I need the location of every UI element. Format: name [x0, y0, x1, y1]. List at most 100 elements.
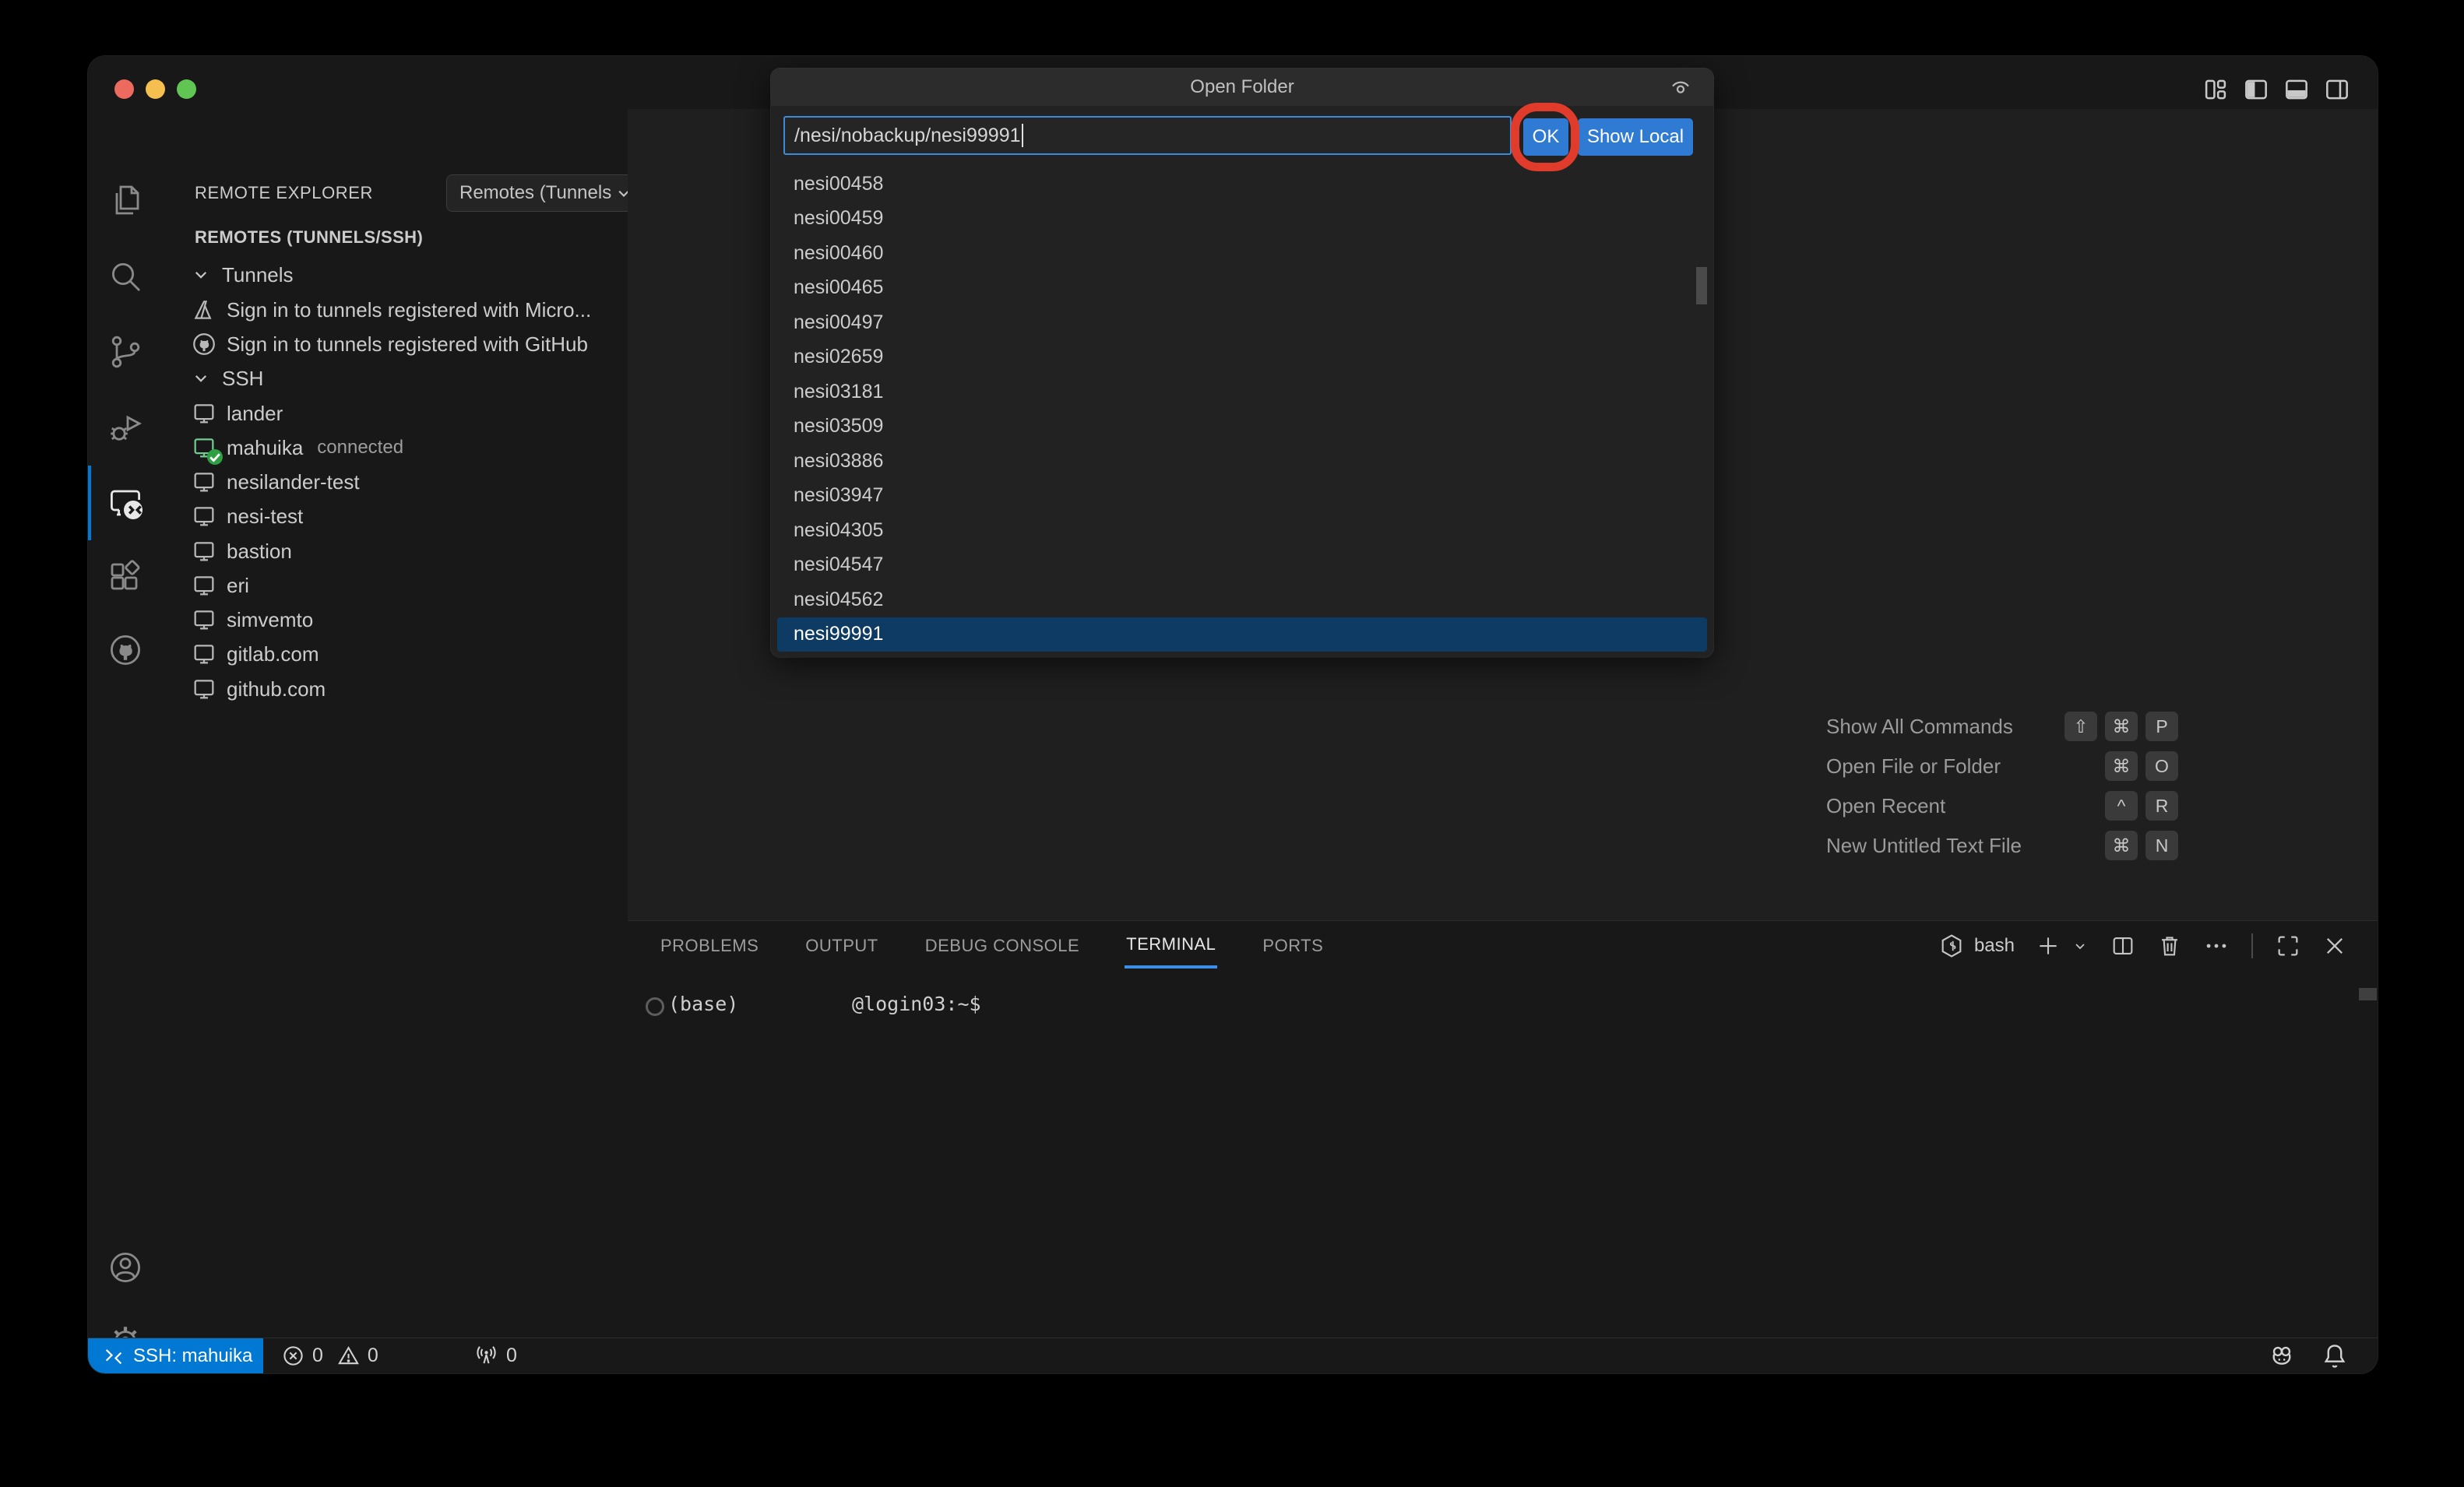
list-item[interactable]: nesi04562 [777, 582, 1707, 617]
tab-terminal[interactable]: TERMINAL [1125, 923, 1217, 968]
run-and-debug-icon[interactable] [107, 409, 144, 446]
vm-icon [191, 676, 217, 702]
connection-status: connected [317, 437, 403, 459]
chevron-down-icon [189, 263, 213, 287]
feedback-icon[interactable] [2267, 1341, 2297, 1371]
tree-item-host-simvemto[interactable]: simvemto [163, 603, 628, 637]
list-scrollbar-thumb[interactable] [1696, 267, 1707, 304]
tree-item-label: simvemto [227, 608, 313, 632]
search-icon[interactable] [107, 258, 144, 295]
tree-item-label: SSH [222, 367, 263, 391]
sidebar-section-header[interactable]: REMOTES (TUNNELS/SSH) [195, 227, 423, 248]
github-icon[interactable] [107, 631, 144, 669]
terminal-profile-chevron-icon[interactable] [2071, 933, 2089, 959]
vm-connected-icon [191, 434, 217, 461]
tree-item-host-gitlab[interactable]: gitlab.com [163, 637, 628, 671]
tree-item-host-mahuika[interactable]: mahuika connected [163, 431, 628, 465]
active-view-indicator [88, 466, 91, 540]
prompt-circle-icon [646, 997, 664, 1016]
accounts-icon[interactable] [107, 1249, 144, 1286]
kill-terminal-trash-icon[interactable] [2156, 933, 2183, 959]
remote-label: SSH: mahuika [133, 1345, 252, 1367]
panel-tabs: PROBLEMS OUTPUT DEBUG CONSOLE TERMINAL P… [659, 921, 1325, 971]
explorer-icon[interactable] [107, 182, 144, 220]
list-item[interactable]: nesi04547 [777, 548, 1707, 583]
new-terminal-icon[interactable] [2035, 933, 2061, 959]
close-panel-icon[interactable] [2321, 933, 2348, 959]
list-item[interactable]: nesi04305 [777, 513, 1707, 548]
azure-icon [191, 297, 217, 323]
watermark-row: New Untitled Text File ⌘ N [1826, 828, 2178, 863]
problems-status[interactable]: 0 0 [281, 1338, 378, 1373]
folder-path-input[interactable]: /nesi/nobackup/nesi99991 [783, 116, 1512, 155]
terminal-scrollbar-thumb[interactable] [2359, 988, 2377, 1000]
key-o: O [2145, 751, 2178, 781]
notifications-bell-icon[interactable] [2320, 1341, 2350, 1371]
bottom-panel: PROBLEMS OUTPUT DEBUG CONSOLE TERMINAL P… [628, 920, 2378, 1338]
tree-item-label: Tunnels [222, 263, 294, 287]
connected-check-badge [207, 449, 223, 465]
eye-icon[interactable] [1668, 75, 1693, 100]
minimize-traffic-light[interactable] [146, 79, 165, 99]
remote-scope-dropdown[interactable]: Remotes (Tunnels [446, 174, 643, 212]
list-item[interactable]: nesi00459 [777, 202, 1707, 237]
tree-item-signin-github[interactable]: Sign in to tunnels registered with GitHu… [163, 327, 628, 361]
more-actions-icon[interactable] [2203, 933, 2230, 959]
tree-item-label: eri [227, 574, 249, 598]
tab-output[interactable]: OUTPUT [804, 925, 879, 967]
list-item[interactable]: nesi00465 [777, 271, 1707, 306]
list-item[interactable]: nesi00460 [777, 236, 1707, 271]
tab-debug-console[interactable]: DEBUG CONSOLE [924, 925, 1081, 967]
tab-problems[interactable]: PROBLEMS [659, 925, 760, 967]
remote-icon [102, 1345, 125, 1368]
tree-item-label: Sign in to tunnels registered with GitHu… [227, 332, 588, 357]
list-item-selected[interactable]: nesi99991 [777, 617, 1707, 652]
list-item[interactable]: nesi03947 [777, 479, 1707, 514]
tree-item-host-eri[interactable]: eri [163, 568, 628, 603]
tree-item-label: bastion [227, 540, 292, 564]
key-cmd: ⌘ [2105, 831, 2138, 860]
errors-icon [281, 1344, 305, 1368]
close-traffic-light[interactable] [114, 79, 134, 99]
show-local-button[interactable]: Show Local [1578, 118, 1693, 156]
remote-explorer-icon[interactable] [107, 484, 144, 522]
toggle-secondary-sidebar-icon[interactable] [2321, 75, 2353, 104]
folder-path-value: /nesi/nobackup/nesi99991 [794, 125, 1021, 147]
watermark-label: Open File or Folder [1826, 754, 2001, 779]
watermark-label: Open Recent [1826, 794, 1945, 818]
source-control-icon[interactable] [107, 333, 144, 371]
tree-group-ssh[interactable]: SSH [163, 361, 628, 395]
tab-ports[interactable]: PORTS [1261, 925, 1325, 967]
ok-button[interactable]: OK [1523, 118, 1568, 156]
watermark-label: Show All Commands [1826, 715, 2013, 739]
list-item[interactable]: nesi00497 [777, 305, 1707, 340]
split-terminal-icon[interactable] [2110, 933, 2136, 959]
list-item[interactable]: nesi03181 [777, 374, 1707, 410]
list-item[interactable]: nesi03886 [777, 444, 1707, 479]
tree-group-tunnels[interactable]: Tunnels [163, 258, 628, 292]
tree-item-signin-microsoft[interactable]: Sign in to tunnels registered with Micro… [163, 293, 628, 327]
tree-item-host-nesi-test[interactable]: nesi-test [163, 499, 628, 533]
tree-item-label: mahuika [227, 436, 303, 460]
remote-indicator[interactable]: SSH: mahuika [88, 1338, 263, 1373]
warnings-icon [336, 1344, 361, 1368]
tree-item-host-nesilander-test[interactable]: nesilander-test [163, 465, 628, 499]
customize-layout-icon[interactable] [2200, 75, 2231, 104]
sidebar-title: REMOTE EXPLORER [195, 183, 373, 203]
tree-item-label: github.com [227, 677, 326, 701]
forwarded-ports-status[interactable]: 0 [473, 1338, 517, 1373]
terminal-shell-label[interactable]: bash [1974, 935, 2015, 957]
toggle-panel-icon[interactable] [2281, 75, 2312, 104]
maximize-panel-icon[interactable] [2275, 933, 2301, 959]
list-item[interactable]: nesi02659 [777, 340, 1707, 375]
toggle-primary-sidebar-icon[interactable] [2240, 75, 2272, 104]
list-item[interactable]: nesi03509 [777, 410, 1707, 445]
zoom-traffic-light[interactable] [177, 79, 196, 99]
tree-item-host-lander[interactable]: lander [163, 396, 628, 431]
tree-item-host-bastion[interactable]: bastion [163, 534, 628, 568]
list-item[interactable]: nesi00458 [777, 167, 1707, 202]
tree-item-host-github[interactable]: github.com [163, 672, 628, 706]
vm-icon [191, 606, 217, 633]
key-cmd: ⌘ [2105, 712, 2138, 741]
extensions-icon[interactable] [107, 558, 144, 596]
